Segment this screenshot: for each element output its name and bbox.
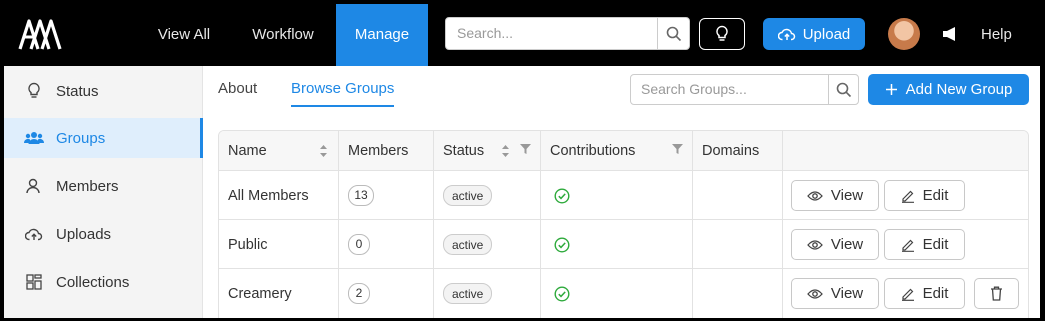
sidebar-item-status[interactable]: Status xyxy=(4,71,203,111)
tab-browse-groups[interactable]: Browse Groups xyxy=(291,80,395,107)
edit-button[interactable]: Edit xyxy=(884,180,965,211)
domains-cell xyxy=(693,269,783,318)
status-badge: active xyxy=(443,185,493,206)
edit-button[interactable]: Edit xyxy=(884,229,965,260)
pencil-icon xyxy=(901,288,914,301)
status-cell: active xyxy=(434,220,541,269)
users-icon xyxy=(24,128,44,148)
cloud-upload-icon xyxy=(777,28,795,41)
nav-workflow[interactable]: Workflow xyxy=(238,4,328,66)
domains-cell xyxy=(693,171,783,220)
sidebar-item-members[interactable]: Members xyxy=(4,166,203,206)
table-row: All Members 13 active View Edit xyxy=(219,171,1028,220)
group-name: Public xyxy=(219,220,339,269)
group-name: Creamery xyxy=(219,269,339,318)
lightbulb-icon xyxy=(716,25,728,41)
filter-icon[interactable] xyxy=(672,144,683,154)
eye-icon xyxy=(807,239,823,250)
add-new-group-button[interactable]: Add New Group xyxy=(868,74,1029,105)
members-cell: 13 xyxy=(339,171,434,220)
search-icon xyxy=(836,82,851,97)
status-badge: active xyxy=(443,283,493,304)
sidebar-item-label: Groups xyxy=(56,129,106,147)
check-circle-icon xyxy=(554,187,570,204)
trash-icon xyxy=(991,286,1002,301)
collections-icon xyxy=(24,272,44,292)
status-badge: active xyxy=(443,234,493,255)
group-search-button[interactable] xyxy=(828,75,858,104)
table-row: Public 0 active View Edit xyxy=(219,220,1028,269)
top-navbar: View All Workflow Manage Search... Uploa… xyxy=(0,0,1045,66)
lightbulb-icon xyxy=(24,81,44,101)
contributions-cell xyxy=(541,171,693,220)
sort-icon[interactable] xyxy=(501,144,510,158)
column-header-actions xyxy=(783,131,1028,171)
column-header-status[interactable]: Status xyxy=(434,131,541,171)
tab-about[interactable]: About xyxy=(218,80,257,105)
actions-cell: View Edit xyxy=(783,171,1028,220)
check-circle-icon xyxy=(554,236,570,253)
actions-cell: View Edit xyxy=(783,220,1028,269)
column-header-name[interactable]: Name xyxy=(219,131,339,171)
members-cell: 2 xyxy=(339,269,434,318)
group-search[interactable]: Search Groups... xyxy=(630,74,859,105)
groups-table: Name Members Status Contributions Domain… xyxy=(218,130,1029,318)
group-search-input[interactable]: Search Groups... xyxy=(641,75,747,104)
member-count-badge: 2 xyxy=(348,283,370,304)
eye-icon xyxy=(807,190,823,201)
content-frame: Status Groups Members Uploads Collection… xyxy=(4,66,1040,318)
contributions-cell xyxy=(541,220,693,269)
sidebar-item-label: Status xyxy=(56,82,99,100)
person-icon xyxy=(24,176,44,196)
pencil-icon xyxy=(901,239,914,252)
sidebar-item-collections[interactable]: Collections xyxy=(4,262,203,302)
eye-icon xyxy=(807,288,823,299)
upload-button[interactable]: Upload xyxy=(763,18,865,50)
table-header: Name Members Status Contributions Domain… xyxy=(219,131,1028,171)
view-button[interactable]: View xyxy=(791,278,879,309)
nav-manage[interactable]: Manage xyxy=(336,4,428,66)
help-link[interactable]: Help xyxy=(981,4,1012,66)
column-header-domains: Domains xyxy=(693,131,783,171)
check-circle-icon xyxy=(554,285,570,302)
global-search[interactable]: Search... xyxy=(445,17,690,50)
search-input[interactable]: Search... xyxy=(457,18,513,49)
group-name: All Members xyxy=(219,171,339,220)
search-icon xyxy=(666,26,681,41)
megaphone-icon[interactable] xyxy=(941,26,959,42)
column-header-members: Members xyxy=(339,131,434,171)
add-new-group-label: Add New Group xyxy=(905,81,1013,98)
sidebar-item-uploads[interactable]: Uploads xyxy=(4,214,203,254)
tips-button[interactable] xyxy=(699,18,745,50)
sort-icon[interactable] xyxy=(319,144,328,158)
upload-label: Upload xyxy=(802,25,851,43)
logo[interactable] xyxy=(17,16,63,52)
search-button[interactable] xyxy=(657,18,689,49)
sidebar: Status Groups Members Uploads Collection… xyxy=(4,66,203,318)
contributions-cell xyxy=(541,269,693,318)
domains-cell xyxy=(693,220,783,269)
avatar[interactable] xyxy=(888,18,920,50)
status-cell: active xyxy=(434,269,541,318)
members-cell: 0 xyxy=(339,220,434,269)
filter-icon[interactable] xyxy=(520,144,531,154)
sidebar-item-label: Collections xyxy=(56,273,130,291)
delete-button[interactable] xyxy=(974,278,1019,309)
table-row: Creamery 2 active View Edit xyxy=(219,269,1028,318)
sidebar-item-label: Uploads xyxy=(56,225,112,243)
member-count-badge: 13 xyxy=(348,185,374,206)
pencil-icon xyxy=(901,190,914,203)
edit-button[interactable]: Edit xyxy=(884,278,965,309)
member-count-badge: 0 xyxy=(348,234,370,255)
sidebar-item-label: Members xyxy=(56,177,119,195)
sidebar-item-groups[interactable]: Groups xyxy=(4,118,203,158)
status-cell: active xyxy=(434,171,541,220)
view-button[interactable]: View xyxy=(791,229,879,260)
actions-cell: View Edit xyxy=(783,269,1028,318)
column-header-contributions[interactable]: Contributions xyxy=(541,131,693,171)
plus-icon xyxy=(885,84,897,95)
nav-view-all[interactable]: View All xyxy=(144,4,224,66)
view-button[interactable]: View xyxy=(791,180,879,211)
cloud-upload-icon xyxy=(24,224,44,244)
